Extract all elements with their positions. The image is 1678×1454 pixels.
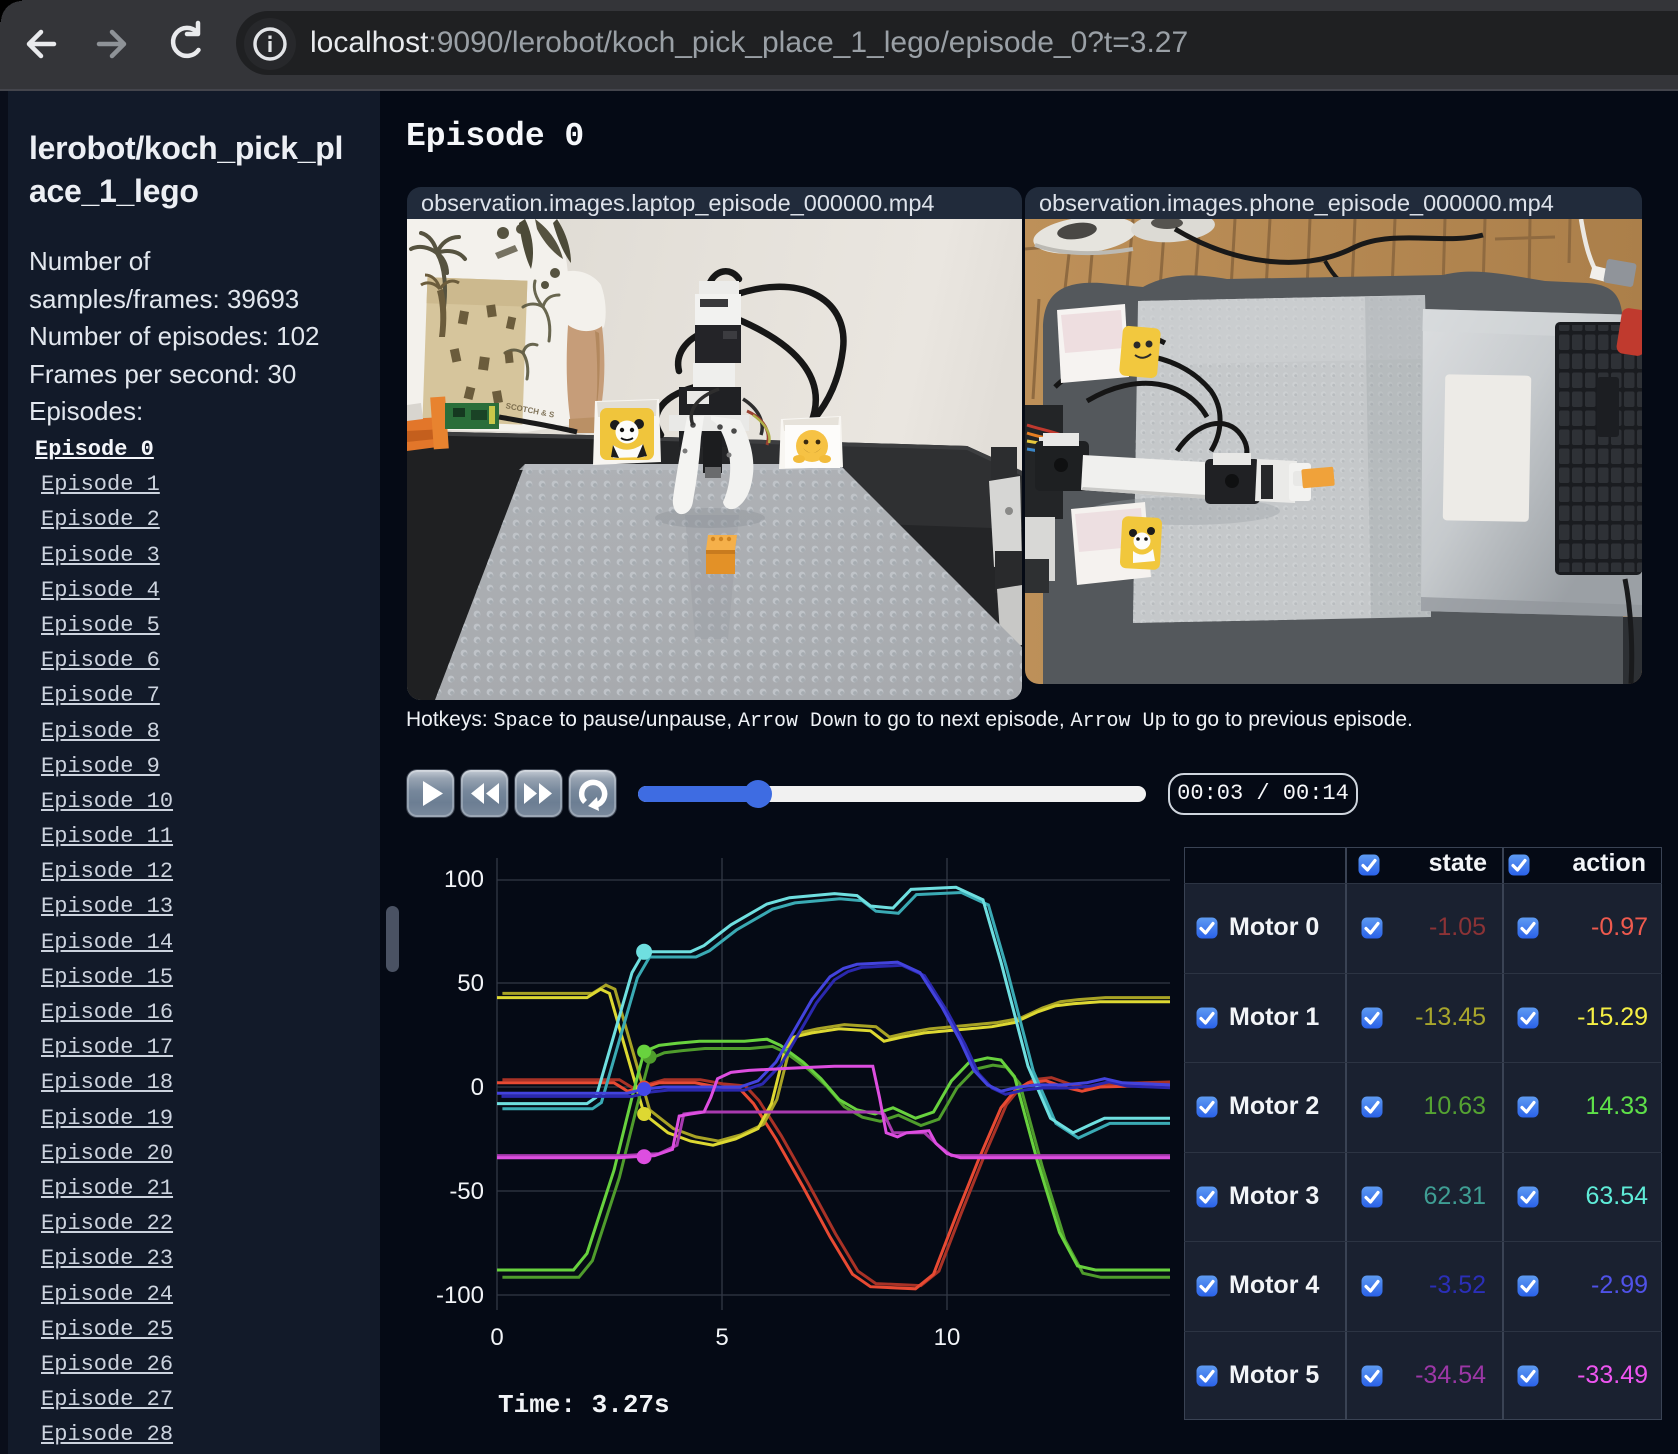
- svg-text:5: 5: [715, 1324, 728, 1351]
- svg-text:100: 100: [444, 866, 484, 893]
- svg-text:0: 0: [490, 1324, 503, 1351]
- svg-text:0: 0: [471, 1074, 484, 1101]
- svg-text:Time: 3.27s: Time: 3.27s: [498, 1390, 670, 1420]
- svg-text:50: 50: [457, 970, 484, 997]
- svg-text:10: 10: [934, 1324, 961, 1351]
- svg-text:-100: -100: [436, 1282, 484, 1309]
- svg-text:-50: -50: [449, 1178, 484, 1205]
